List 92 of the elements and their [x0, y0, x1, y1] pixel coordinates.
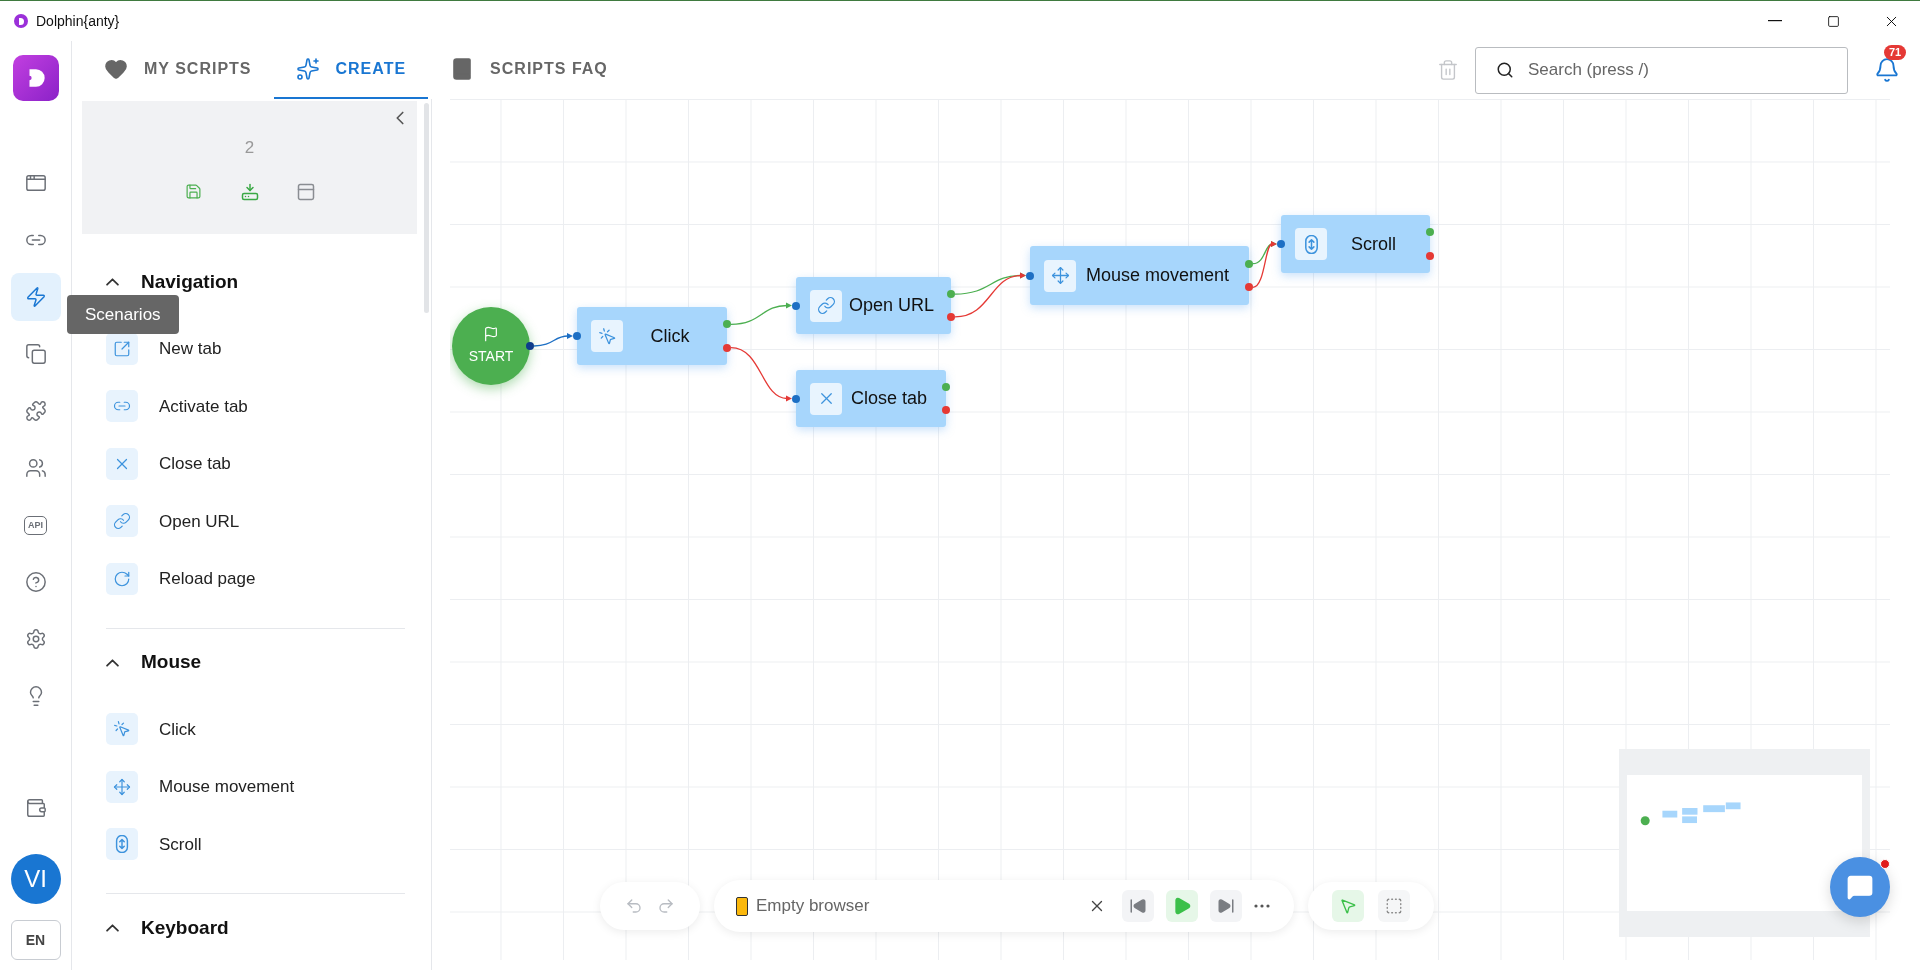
- download-icon: [240, 182, 259, 201]
- move-icon: [1050, 266, 1070, 285]
- selection-icon: [1385, 897, 1403, 915]
- app-icon: [14, 14, 28, 28]
- reload-icon: [113, 569, 131, 588]
- settings-icon: [24, 628, 47, 650]
- play-button[interactable]: [1166, 890, 1198, 922]
- input-port[interactable]: [792, 394, 800, 403]
- input-port[interactable]: [792, 301, 800, 310]
- tab[interactable]: SCRIPTS FAQ: [428, 41, 630, 99]
- pointer-tool[interactable]: [1332, 890, 1364, 922]
- input-port[interactable]: [1277, 240, 1285, 248]
- success-port[interactable]: [723, 320, 731, 329]
- flag-icon: [483, 325, 499, 342]
- save-icon: [185, 183, 202, 200]
- trash-icon: [1437, 59, 1459, 81]
- pointer-icon: [1339, 897, 1357, 915]
- chevron-icon: [106, 924, 119, 932]
- output-port[interactable]: [526, 342, 534, 350]
- help-icon: [24, 571, 47, 593]
- browser-name: Empty browser: [756, 895, 870, 918]
- section-header[interactable]: Keyboard: [106, 898, 405, 958]
- tooltip: Scenarios: [67, 295, 179, 334]
- error-port[interactable]: [1245, 283, 1253, 292]
- success-port[interactable]: [942, 383, 950, 392]
- notifications-button[interactable]: [1874, 57, 1900, 83]
- rail-button[interactable]: [10, 273, 61, 321]
- search-icon: [1496, 61, 1514, 79]
- window-title: Dolphin{anty}: [36, 11, 120, 31]
- action-item[interactable]: Reload page: [106, 550, 405, 608]
- panel-icon: [295, 181, 316, 202]
- error-port[interactable]: [947, 312, 955, 321]
- success-port[interactable]: [947, 290, 955, 299]
- error-port[interactable]: [1426, 251, 1434, 260]
- action-item[interactable]: Activate tab: [106, 377, 405, 435]
- input-port[interactable]: [573, 332, 581, 340]
- pages-icon: [24, 343, 47, 365]
- app-logo[interactable]: [12, 55, 59, 101]
- error-port[interactable]: [723, 343, 731, 352]
- chevron-icon: [106, 658, 119, 667]
- link-icon: [816, 296, 836, 315]
- wallet-icon: [24, 797, 47, 819]
- notification-count: 71: [1884, 45, 1907, 60]
- select-area-tool[interactable]: [1378, 890, 1410, 922]
- previous-button[interactable]: [1122, 890, 1154, 922]
- connector: [730, 302, 792, 326]
- tab[interactable]: MY SCRIPTS: [82, 41, 274, 99]
- section-header[interactable]: Mouse: [106, 632, 405, 693]
- minimize-icon: [1768, 20, 1782, 22]
- sparkles-icon: [295, 57, 320, 81]
- puzzle-icon: [24, 400, 47, 422]
- action-item[interactable]: Close tab: [106, 435, 405, 493]
- browser-icon: [24, 172, 47, 194]
- scroll-icon: [113, 835, 131, 854]
- redo-icon: [657, 897, 675, 915]
- tab[interactable]: CREATE: [273, 41, 429, 99]
- skip-back-icon: [1129, 897, 1147, 915]
- heart-icon: [104, 57, 128, 81]
- chat-icon: [1846, 873, 1874, 901]
- lightning-icon: [24, 286, 47, 308]
- input-port[interactable]: [1026, 271, 1034, 280]
- success-port[interactable]: [1426, 228, 1434, 237]
- maximize-icon: [1826, 14, 1840, 28]
- error-port[interactable]: [942, 405, 950, 414]
- move-icon: [113, 777, 131, 796]
- skip-forward-icon: [1217, 897, 1235, 915]
- click-icon: [113, 720, 131, 739]
- action-item[interactable]: Scroll: [106, 815, 405, 873]
- connector: [730, 346, 792, 402]
- more-button[interactable]: [1254, 904, 1270, 908]
- user-avatar[interactable]: VI: [10, 854, 61, 904]
- api-button[interactable]: API: [10, 501, 61, 549]
- script-title: 2: [244, 137, 255, 159]
- click-icon: [597, 326, 617, 346]
- action-item[interactable]: Open URL: [106, 492, 405, 550]
- action-item[interactable]: Mouse movement: [106, 758, 405, 816]
- chevron-icon: [106, 278, 119, 286]
- next-button[interactable]: [1210, 890, 1242, 922]
- users-icon: [24, 457, 47, 479]
- connector: [533, 333, 573, 347]
- play-icon: [1172, 896, 1192, 916]
- action-item[interactable]: Click: [106, 700, 405, 758]
- undo-icon: [625, 897, 643, 915]
- link-icon: [113, 512, 131, 531]
- bell-icon: [1874, 57, 1900, 83]
- language-button[interactable]: EN: [10, 920, 61, 960]
- success-port[interactable]: [1245, 259, 1253, 268]
- new-tab-icon: [113, 339, 131, 358]
- search-input[interactable]: Search (press /): [1528, 57, 1847, 83]
- search-field[interactable]: Search (press /): [1475, 46, 1848, 94]
- more-icon: [1254, 904, 1270, 908]
- phone-icon: [736, 896, 748, 916]
